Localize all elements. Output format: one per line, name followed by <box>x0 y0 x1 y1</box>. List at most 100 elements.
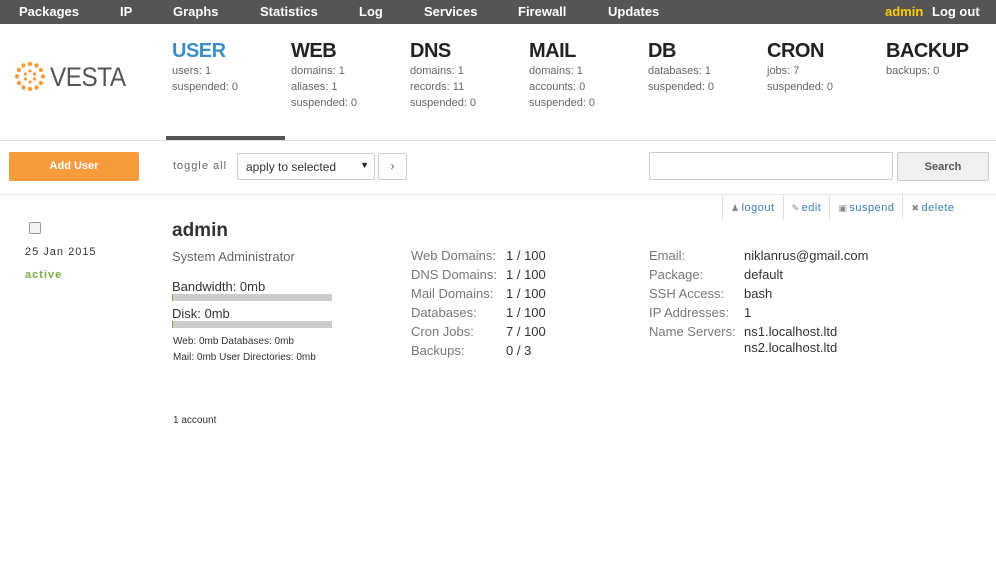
row-select-checkbox[interactable] <box>29 222 41 234</box>
limit-value: 1 / 100 <box>506 286 546 301</box>
divider <box>0 140 996 141</box>
nav-current-user[interactable]: admin <box>885 4 923 19</box>
lock-icon: ▣ <box>838 203 848 213</box>
disk-label: Disk: 0mb <box>172 306 230 321</box>
nav-packages[interactable]: Packages <box>19 4 79 19</box>
tab-stat: suspended: 0 <box>172 81 239 93</box>
user-role: System Administrator <box>172 249 295 264</box>
tab-title: MAIL <box>529 40 576 62</box>
status-badge: active <box>25 269 63 281</box>
username-title[interactable]: admin <box>172 220 228 242</box>
tab-db[interactable]: DB databases: 1 suspended: 0 <box>642 40 761 140</box>
usage-breakdown-line: Mail: 0mb User Directories: 0mb <box>173 352 316 363</box>
detail-label: Email: <box>649 248 686 263</box>
nav-log[interactable]: Log <box>359 4 383 19</box>
tab-mail[interactable]: MAIL domains: 1 accounts: 0 suspended: 0 <box>523 40 642 140</box>
close-icon: ✖ <box>911 203 920 213</box>
nav-updates[interactable]: Updates <box>608 4 659 19</box>
bulk-action-value: apply to selected <box>246 160 337 174</box>
limit-value: 7 / 100 <box>506 324 546 339</box>
logout-as-user-button[interactable]: ♟ logout <box>722 195 783 219</box>
disk-meter-fill <box>172 321 173 328</box>
limit-value: 0 / 3 <box>506 343 532 358</box>
user-icon: ♟ <box>731 203 740 213</box>
bandwidth-label: Bandwidth: 0mb <box>172 279 266 294</box>
tab-stat: users: 1 <box>172 65 212 77</box>
nav-graphs[interactable]: Graphs <box>173 4 219 19</box>
nav-ip[interactable]: IP <box>120 4 132 19</box>
limit-value: 1 / 100 <box>506 305 546 320</box>
nav-statistics[interactable]: Statistics <box>260 4 318 19</box>
nav-services[interactable]: Services <box>424 4 478 19</box>
ip-addresses-value: 1 <box>744 305 752 320</box>
tab-stat: jobs: 7 <box>767 65 800 77</box>
limit-value: 1 / 100 <box>506 267 546 282</box>
limit-label: Mail Domains: <box>411 286 494 301</box>
tab-stat: domains: 1 <box>291 65 345 77</box>
top-nav-bar: Packages IP Graphs Statistics Log Servic… <box>0 0 996 24</box>
package-value: default <box>744 267 784 282</box>
action-label: suspend <box>849 202 895 214</box>
tab-web[interactable]: WEB domains: 1 aliases: 1 suspended: 0 <box>285 40 404 140</box>
nav-firewall[interactable]: Firewall <box>518 4 566 19</box>
usage-breakdown-line: Web: 0mb Databases: 0mb <box>173 336 294 347</box>
dropdown-arrow-icon: ▼ <box>360 160 369 170</box>
logout-link[interactable]: Log out <box>932 4 980 19</box>
tab-user[interactable]: USER users: 1 suspended: 0 <box>166 40 285 140</box>
bandwidth-meter-fill <box>172 294 173 301</box>
tab-title: CRON <box>767 40 824 62</box>
disk-meter <box>172 321 332 328</box>
tab-title: DB <box>648 40 676 62</box>
apply-bulk-action-button[interactable]: › <box>378 153 407 180</box>
detail-label: SSH Access: <box>649 286 725 301</box>
tab-title: DNS <box>410 40 451 62</box>
tab-stat: accounts: 0 <box>529 81 586 93</box>
edit-button[interactable]: ✎ edit <box>782 195 830 219</box>
search-input[interactable] <box>649 152 893 180</box>
name-server-value: ns1.localhost.ltd <box>744 324 838 339</box>
tab-dns[interactable]: DNS domains: 1 records: 11 suspended: 0 <box>404 40 523 140</box>
tab-stat: domains: 1 <box>410 65 464 77</box>
action-label: delete <box>921 202 955 214</box>
logo-text: VESTA <box>50 62 126 92</box>
tab-stat: records: 11 <box>410 81 465 93</box>
tab-stat: databases: 1 <box>648 65 711 77</box>
tab-stat: domains: 1 <box>529 65 583 77</box>
bulk-action-select[interactable]: apply to selected ▼ <box>237 153 375 180</box>
tab-stat: aliases: 1 <box>291 81 338 93</box>
email-value: niklanrus@gmail.com <box>744 248 869 263</box>
tab-stat: suspended: 0 <box>410 97 477 109</box>
add-user-button[interactable]: Add User <box>9 152 139 181</box>
created-date: 25 Jan 2015 <box>25 246 97 258</box>
tab-title: USER <box>172 40 226 62</box>
name-server-value: ns2.localhost.ltd <box>744 340 838 355</box>
vesta-logo-icon[interactable] <box>12 61 52 97</box>
action-label: edit <box>801 202 822 214</box>
row-actions: ♟ logout ✎ edit ▣ suspend ✖ delete <box>722 195 963 219</box>
ssh-access-value: bash <box>744 286 773 301</box>
tab-title: BACKUP <box>886 40 969 62</box>
tab-stat: backups: 0 <box>886 65 940 77</box>
detail-label: Package: <box>649 267 704 282</box>
account-count: 1 account <box>173 415 217 426</box>
limit-label: Backups: <box>411 343 465 358</box>
limit-label: Cron Jobs: <box>411 324 474 339</box>
limit-label: Databases: <box>411 305 477 320</box>
detail-label: IP Addresses: <box>649 305 729 320</box>
tab-cron[interactable]: CRON jobs: 7 suspended: 0 <box>761 40 880 140</box>
tab-stat: suspended: 0 <box>648 81 715 93</box>
limit-value: 1 / 100 <box>506 248 546 263</box>
suspend-button[interactable]: ▣ suspend <box>829 195 902 219</box>
search-button[interactable]: Search <box>897 152 989 181</box>
limit-label: Web Domains: <box>411 248 497 263</box>
tab-stat: suspended: 0 <box>291 97 358 109</box>
detail-label: Name Servers: <box>649 324 736 339</box>
tab-title: WEB <box>291 40 337 62</box>
delete-button[interactable]: ✖ delete <box>902 195 962 219</box>
bandwidth-meter <box>172 294 332 301</box>
tab-stat: suspended: 0 <box>529 97 596 109</box>
tab-stat: suspended: 0 <box>767 81 834 93</box>
tab-backup[interactable]: BACKUP backups: 0 <box>880 40 996 140</box>
action-label: logout <box>741 202 775 214</box>
toggle-all-link[interactable]: toggle all <box>173 160 227 172</box>
